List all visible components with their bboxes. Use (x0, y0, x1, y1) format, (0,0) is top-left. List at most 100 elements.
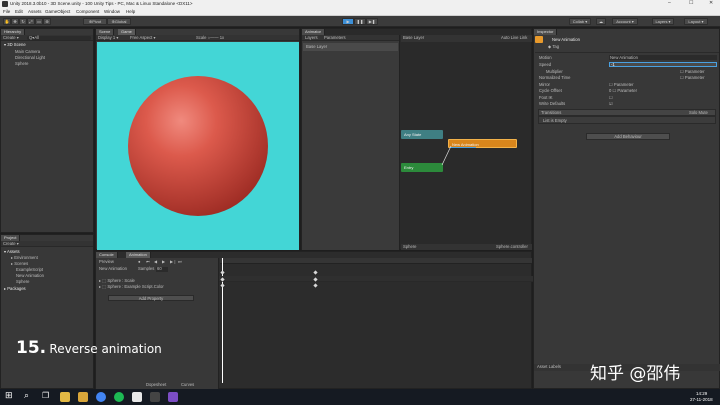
game-viewport[interactable] (97, 42, 299, 250)
last-key-button[interactable]: ⏭ (178, 259, 182, 264)
account-dropdown[interactable]: Account ▾ (612, 18, 638, 25)
hierarchy-item[interactable]: Directional Light (15, 55, 45, 60)
tab-layers[interactable]: Layers (305, 35, 318, 40)
transform-tool-icon[interactable]: ⊕ (43, 18, 51, 25)
display-dropdown[interactable]: Display 1 ▾ (98, 35, 119, 40)
scale-tool-icon[interactable]: ⤢ (27, 18, 35, 25)
cycle-offset-field[interactable]: 0 ☐ Parameter (609, 88, 637, 93)
project-create-button[interactable]: Create ▾ (3, 241, 19, 246)
packages-folder[interactable]: ▸ Packages (4, 286, 26, 291)
entry-node[interactable]: Entry (401, 163, 443, 172)
project-item[interactable]: ▸ Environment (11, 255, 38, 260)
record-button[interactable]: ● (138, 259, 141, 264)
samples-field[interactable]: 60 (156, 266, 168, 272)
hand-tool-icon[interactable]: ✋ (3, 18, 11, 25)
timeline-ruler[interactable] (220, 258, 532, 264)
normalized-time-parameter-toggle[interactable]: ☐ Parameter (680, 75, 704, 80)
spotify-icon[interactable] (114, 392, 124, 402)
project-item[interactable]: Sphere (16, 279, 30, 284)
unity-icon[interactable] (132, 392, 142, 402)
clock-time[interactable]: 14:29 (696, 391, 707, 397)
menu-help[interactable]: Help (126, 9, 135, 15)
explorer-icon[interactable] (60, 392, 70, 402)
prev-key-button[interactable]: ◀ (154, 259, 157, 264)
tab-parameters[interactable]: Parameters (324, 35, 346, 40)
assets-folder[interactable]: ▾ Assets (4, 249, 20, 254)
add-property-button[interactable]: Add Property (108, 295, 194, 301)
title-bar: Unity 2018.3.0b10 - 3D Scene.unity - 100… (0, 0, 720, 8)
hierarchy-search-input[interactable]: Q▾All (27, 35, 91, 40)
menu-edit[interactable]: Edit (15, 9, 23, 15)
taskview-icon[interactable]: ❐ (42, 392, 49, 400)
collab-dropdown[interactable]: Collab ▾ (569, 18, 591, 25)
windows-icon[interactable]: ⊞ (5, 391, 13, 400)
foot-ik-checkbox[interactable]: ☐ (609, 95, 613, 100)
toolbar: ✋ ✥ ↻ ⤢ ▭ ⊕ ⊕Pivot ⊕Global ▶ ❚❚ ▶❚ Colla… (0, 16, 720, 27)
hierarchy-create-button[interactable]: Create ▾ (3, 35, 19, 40)
play-button[interactable]: ▶ (342, 18, 354, 25)
next-key-button[interactable]: ▶❘ (170, 259, 177, 264)
pause-button[interactable]: ❚❚ (354, 18, 366, 25)
hierarchy-panel: Hierarchy Create ▾ Q▾All ▾ 3D Scene Main… (0, 28, 94, 233)
menu-gameobject[interactable]: GameObject (45, 9, 70, 15)
cloud-icon[interactable]: ☁ (596, 18, 606, 25)
rect-tool-icon[interactable]: ▭ (35, 18, 43, 25)
first-key-button[interactable]: ⏮ (146, 259, 150, 264)
menu-window[interactable]: Window (104, 9, 120, 15)
rotate-tool-icon[interactable]: ↻ (19, 18, 27, 25)
visualstudio-icon[interactable] (168, 392, 178, 402)
speed-field[interactable]: -1 (609, 62, 717, 67)
aspect-dropdown[interactable]: Free Aspect ▾ (130, 35, 156, 40)
field-label: Write Defaults (539, 101, 566, 106)
tab-inspector[interactable]: Inspector (534, 29, 558, 35)
track-row[interactable]: ▸ ⬚ Sphere : Scale (99, 278, 135, 283)
motion-field[interactable]: New Animation (609, 55, 717, 60)
list-empty-text: List is Empty (543, 118, 567, 123)
add-behaviour-button[interactable]: Add Behaviour (586, 133, 670, 140)
search-icon[interactable]: ⌕ (24, 391, 29, 400)
global-toggle[interactable]: ⊕Global (107, 18, 131, 25)
layers-dropdown[interactable]: Layers ▾ (652, 18, 674, 25)
assets-label: Assets (7, 249, 20, 254)
maximize-button[interactable]: ☐ (689, 1, 693, 6)
layout-dropdown[interactable]: Layout ▾ (684, 18, 708, 25)
asset-labels[interactable]: Asset Labels (537, 364, 561, 369)
project-item[interactable]: New Animation (16, 273, 44, 278)
clock-date[interactable]: 27-11-2018 (690, 397, 713, 403)
project-item[interactable]: ▸ Scenes (11, 261, 28, 266)
taskbar: ⊞ ⌕ ❐ 14:29 27-11-2018 (0, 389, 720, 405)
pivot-toggle[interactable]: ⊕Pivot (83, 18, 107, 25)
hierarchy-item[interactable]: Main Camera (15, 49, 40, 54)
any-state-node[interactable]: Any State (401, 130, 443, 139)
folder-icon[interactable] (78, 392, 88, 402)
track-row[interactable]: ▸ ⬚ Sphere : Example Script.Color (99, 284, 164, 289)
dopesheet-tab[interactable]: Dopesheet (146, 382, 166, 387)
curves-tab[interactable]: Curves (181, 382, 194, 387)
play-animation-button[interactable]: ▶ (162, 259, 165, 264)
chrome-icon[interactable] (96, 392, 106, 402)
menu-file[interactable]: File (3, 9, 10, 15)
mirror-checkbox[interactable]: ☐ Parameter (609, 82, 633, 87)
minimize-button[interactable]: – (668, 1, 671, 6)
breadcrumb[interactable]: Base Layer (403, 35, 424, 40)
inspector-object-name[interactable]: New Animation (552, 37, 580, 42)
field-label: Speed (539, 62, 552, 67)
write-defaults-checkbox[interactable]: ☑ (609, 101, 613, 106)
scale-slider[interactable]: Scale ○—— 1x (196, 35, 224, 40)
auto-live-link-toggle[interactable]: Auto Live Link (501, 35, 527, 40)
project-item[interactable]: ExampleScript (16, 267, 43, 272)
move-tool-icon[interactable]: ✥ (11, 18, 19, 25)
transition-arrow[interactable] (441, 143, 453, 167)
menu-component[interactable]: Component (76, 9, 99, 15)
multiplier-parameter-toggle[interactable]: ☐ Parameter (680, 69, 704, 74)
unity-hub-icon[interactable] (150, 392, 160, 402)
field-label: Motion (539, 55, 552, 60)
scene-root[interactable]: ▾ 3D Scene (4, 42, 26, 47)
layer-row[interactable]: Base Layer (303, 43, 398, 51)
preview-button[interactable]: Preview (99, 259, 114, 264)
step-button[interactable]: ▶❚ (366, 18, 378, 25)
clip-dropdown[interactable]: New Animation (99, 266, 127, 271)
hierarchy-item[interactable]: Sphere (15, 61, 29, 66)
close-button[interactable]: ✕ (709, 1, 713, 6)
menu-assets[interactable]: Assets (28, 9, 42, 15)
